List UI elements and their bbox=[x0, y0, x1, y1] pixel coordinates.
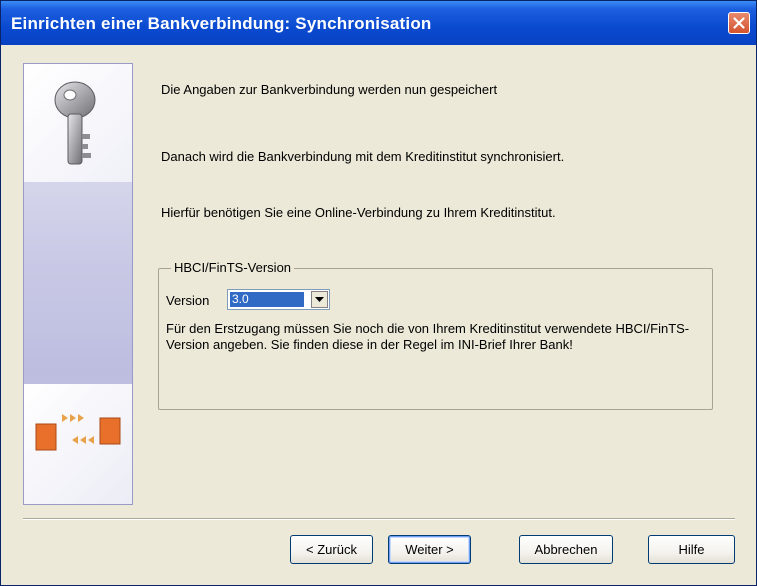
wizard-side-panel bbox=[23, 63, 133, 505]
title-bar[interactable]: Einrichten einer Bankverbindung: Synchro… bbox=[1, 1, 756, 45]
help-button[interactable]: Hilfe bbox=[648, 535, 735, 564]
close-icon bbox=[733, 17, 745, 29]
version-label: Version bbox=[166, 293, 210, 308]
key-icon bbox=[54, 81, 96, 165]
window-title: Einrichten einer Bankverbindung: Synchro… bbox=[11, 14, 432, 33]
transfer-arrows-icon bbox=[35, 414, 121, 451]
version-select[interactable]: 3.0 bbox=[227, 289, 330, 310]
group-title: HBCI/FinTS-Version bbox=[171, 260, 295, 275]
dialog-window: Einrichten einer Bankverbindung: Synchro… bbox=[0, 0, 757, 586]
separator bbox=[23, 518, 735, 520]
hbci-version-group: HBCI/FinTS-Version Version 3.0 Für den E… bbox=[158, 260, 713, 410]
chevron-down-icon bbox=[315, 296, 324, 302]
version-hint-text: Für den Erstzugang müssen Sie noch die v… bbox=[166, 321, 690, 352]
version-select-value: 3.0 bbox=[230, 292, 304, 307]
dropdown-button[interactable] bbox=[311, 291, 328, 308]
info-text-saved: Die Angaben zur Bankverbindung werden nu… bbox=[161, 82, 498, 97]
info-text-online: Hierfür benötigen Sie eine Online-Verbin… bbox=[161, 205, 556, 220]
back-button[interactable]: < Zurück bbox=[290, 535, 373, 564]
close-button[interactable] bbox=[728, 12, 750, 34]
cancel-button[interactable]: Abbrechen bbox=[519, 535, 613, 564]
info-text-sync: Danach wird die Bankverbindung mit dem K… bbox=[161, 149, 565, 164]
next-button[interactable]: Weiter > bbox=[388, 535, 471, 564]
